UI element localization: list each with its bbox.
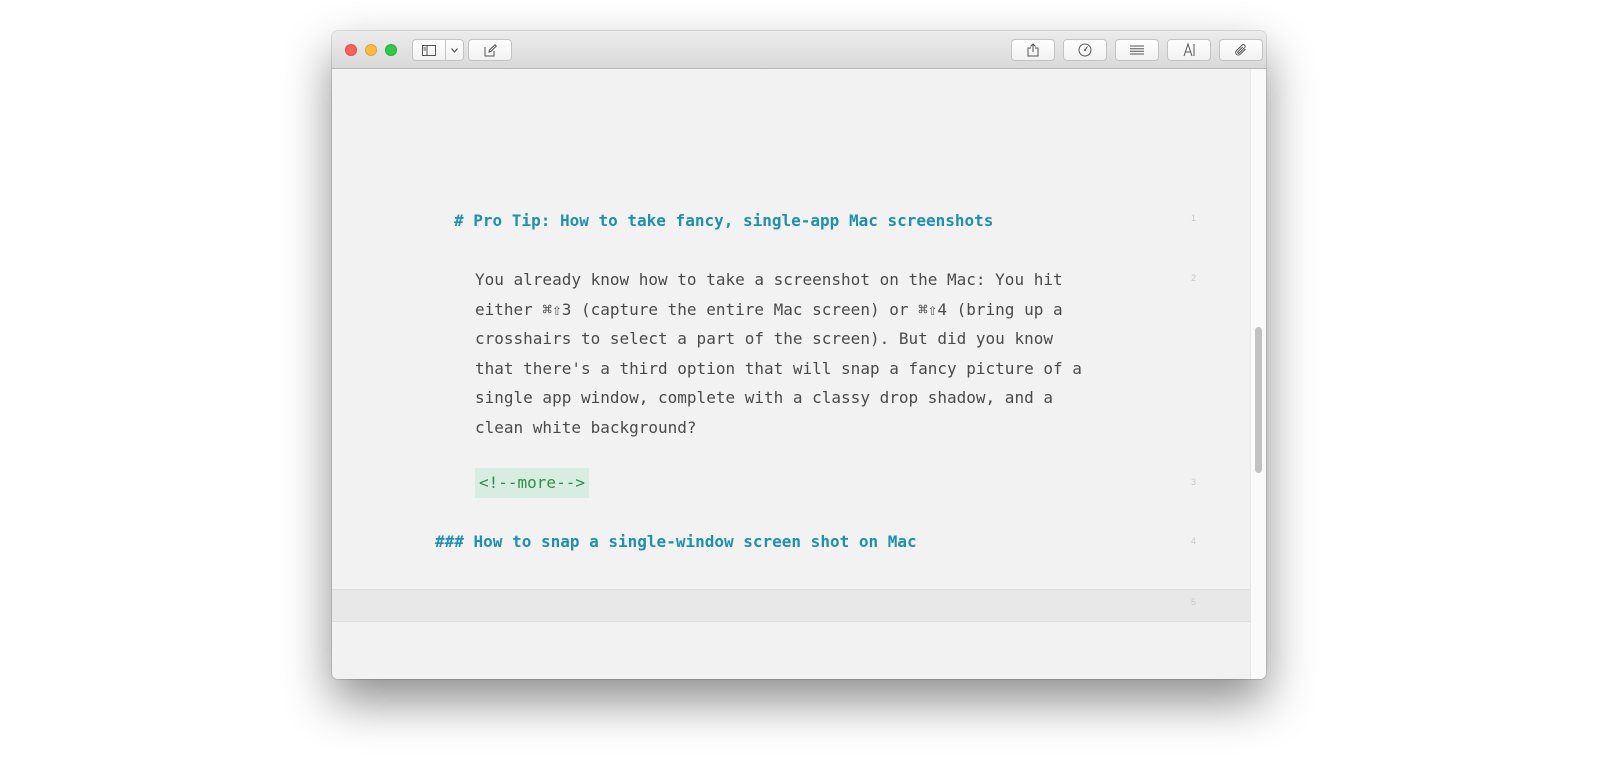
titlebar xyxy=(332,31,1266,69)
line-number: 5 xyxy=(1190,597,1196,607)
close-window-button[interactable] xyxy=(345,44,357,56)
outline-button[interactable] xyxy=(1115,39,1159,61)
heading-3: ### How to snap a single-window screen s… xyxy=(435,532,917,551)
stats-icon xyxy=(1078,43,1092,57)
paragraph-line: that there's a third option that will sn… xyxy=(475,358,1082,378)
list-icon xyxy=(1130,45,1144,55)
current-line-highlight xyxy=(332,589,1250,622)
scrollbar-thumb[interactable] xyxy=(1255,327,1262,473)
html-comment: <!--more--> xyxy=(475,468,589,498)
heading-1: # Pro Tip: How to take fancy, single-app… xyxy=(454,211,994,230)
statistics-button[interactable] xyxy=(1063,39,1107,61)
new-document-button[interactable] xyxy=(468,39,512,61)
font-settings-button[interactable] xyxy=(1167,39,1211,61)
line-number: 1 xyxy=(1190,213,1196,223)
attachments-button[interactable] xyxy=(1219,39,1263,61)
minimize-window-button[interactable] xyxy=(365,44,377,56)
chevron-down-icon xyxy=(451,47,458,53)
paragraph: You already know how to take a screensho… xyxy=(475,265,1135,443)
line-number: 3 xyxy=(1190,477,1196,487)
compose-icon xyxy=(484,43,497,56)
vertical-scrollbar[interactable] xyxy=(1250,69,1266,679)
sidebar-toggle-group xyxy=(412,39,464,61)
sidebar-menu-button[interactable] xyxy=(446,40,463,60)
zoom-window-button[interactable] xyxy=(385,44,397,56)
paragraph-line: crosshairs to select a part of the scree… xyxy=(475,329,1053,349)
editor-window: # Pro Tip: How to take fancy, single-app… xyxy=(332,31,1266,679)
sidebar-icon xyxy=(422,44,436,56)
paragraph-line: clean white background? xyxy=(475,417,697,437)
paragraph-line: You already know how to take a screensho… xyxy=(475,270,1063,289)
font-icon xyxy=(1183,43,1194,57)
line-number: 4 xyxy=(1190,536,1196,546)
paperclip-icon xyxy=(1235,44,1246,56)
share-icon xyxy=(1027,43,1039,57)
line-number: 2 xyxy=(1190,273,1196,283)
share-button[interactable] xyxy=(1011,39,1055,61)
editor-text-area[interactable]: # Pro Tip: How to take fancy, single-app… xyxy=(332,69,1250,679)
paragraph-line: either ⌘⇧3 (capture the entire Mac scree… xyxy=(475,299,1063,319)
sidebar-toggle-button[interactable] xyxy=(413,40,446,60)
paragraph-line: single app window, complete with a class… xyxy=(475,388,1053,408)
